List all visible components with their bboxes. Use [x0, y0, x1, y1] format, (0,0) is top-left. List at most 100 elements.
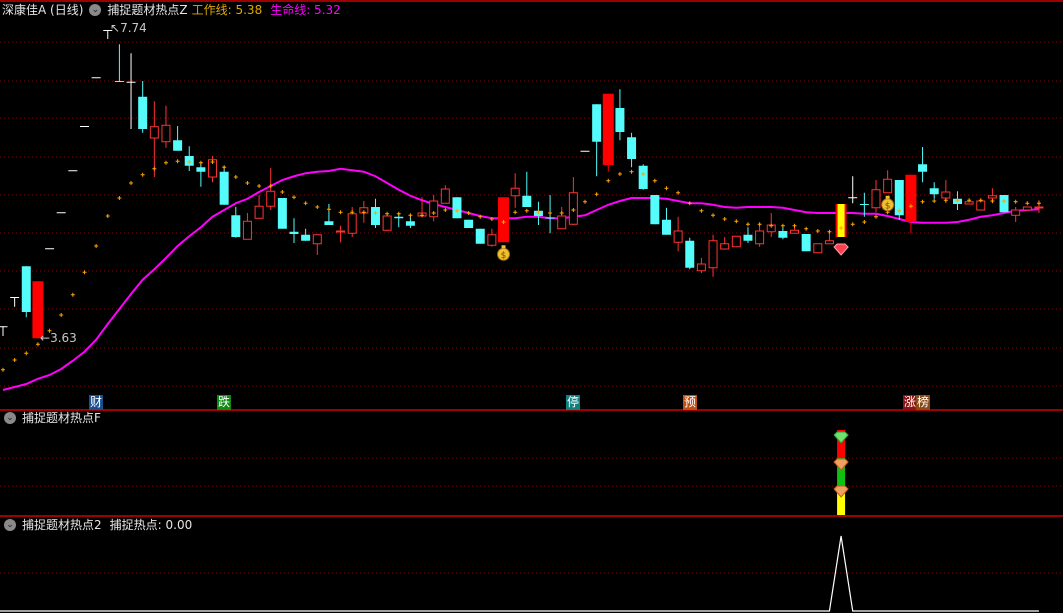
work-line-marker [652, 178, 657, 183]
work-line-marker [315, 205, 320, 209]
work-line-marker [257, 184, 262, 188]
candle-body-down [277, 198, 287, 229]
high-arrow-icon: ↖ [110, 21, 121, 35]
signal-label-ting: 停 [566, 395, 581, 410]
candle-body-down [999, 195, 1009, 213]
work-line-marker [676, 190, 681, 195]
work-line-marker [466, 211, 471, 215]
work-line-marker [105, 214, 110, 218]
candle-body-down [301, 234, 311, 241]
candle-body-down [661, 219, 671, 235]
candle-body-up [720, 243, 730, 250]
work-line-marker [292, 195, 296, 200]
candle-body-up [871, 189, 881, 209]
candle-body-down [545, 217, 555, 219]
indicator-name[interactable]: 捕捉题材热点Z [107, 2, 187, 18]
candle-body-down [196, 167, 206, 172]
candle-body-up [254, 205, 264, 219]
work-line-marker [932, 199, 937, 203]
candle-body-down [778, 231, 788, 238]
candle-body-up [941, 191, 951, 199]
candle-body-down [650, 195, 660, 225]
work-line-marker [524, 208, 529, 213]
high-price-annotation: ↖7.74 [110, 21, 147, 35]
work-line-marker [1013, 199, 1018, 204]
candle-body-down [918, 164, 928, 172]
work-line-marker [443, 208, 448, 212]
panel3-value: 捕捉热点: 0.00 [109, 518, 193, 532]
work-line-marker [129, 181, 134, 185]
candle-body-down [324, 221, 334, 225]
candle-body-up [161, 124, 171, 143]
work-line-marker [408, 213, 413, 218]
diamond-icon [833, 458, 849, 471]
signal-label-cai: 财 [89, 395, 104, 410]
candle-body-up [557, 215, 567, 230]
candle-body-down [859, 204, 869, 205]
work-line-marker [943, 198, 948, 203]
candle-body-filled-up [498, 197, 510, 243]
work-line-marker [1, 367, 5, 372]
signal-label-yu: 预 [683, 395, 698, 410]
work-line-marker [94, 244, 99, 248]
work-line-marker [338, 210, 343, 215]
candle-body-up [242, 220, 252, 240]
money-bag-icon-neck [885, 195, 890, 199]
work-line-marker [140, 172, 145, 177]
work-line-marker [152, 166, 157, 171]
candle-body-down [475, 228, 485, 244]
work-line-marker [617, 172, 622, 176]
candle-body-flat [848, 197, 858, 199]
candle-body-down [522, 195, 532, 207]
candle-body-down [114, 81, 124, 82]
work-line-marker [757, 222, 762, 227]
candle-body-filled-up [602, 93, 614, 165]
hotspot-line [0, 535, 1039, 612]
candle-body-down [173, 140, 183, 151]
candle-body-up [696, 263, 706, 272]
candle-body-filled-up [905, 174, 917, 222]
candle-body-up [813, 243, 823, 254]
work-line-marker [874, 214, 878, 219]
diamond-icon [833, 243, 849, 256]
candle-body-down [464, 219, 474, 228]
candle-body-flat [79, 126, 89, 127]
candle-body-up [336, 230, 346, 233]
work-line-marker [629, 169, 634, 174]
candle-body-down [452, 197, 462, 219]
work-line-marker [59, 313, 64, 317]
money-bag-icon-neck [501, 245, 506, 249]
diamond-icon [833, 431, 849, 444]
candle-body-down [231, 215, 241, 237]
signal-label-bang: 榜 [916, 395, 931, 410]
stock-title: 深康佳A (日线) [2, 3, 84, 17]
candle-body-highlight-fill [837, 204, 845, 237]
work-line-marker [280, 190, 285, 194]
low-price-annotation: ←3.63 [40, 331, 77, 345]
work-line-marker [745, 222, 750, 227]
work-line-marker [1025, 201, 1030, 206]
candle-body-down [394, 216, 404, 219]
work-line-marker [711, 213, 716, 218]
work-line-marker [815, 229, 820, 233]
work-line-marker [303, 201, 308, 206]
panel3-chevron-icon[interactable]: ⌄ [4, 519, 16, 531]
work-line-marker [175, 159, 180, 164]
work-line-marker [12, 358, 17, 362]
candle-body-up [731, 235, 741, 248]
work-line-marker [920, 199, 925, 204]
work-line-marker [687, 201, 692, 206]
panel2-title[interactable]: 捕捉题材热点F [22, 410, 101, 426]
indicator-menu-chevron-icon[interactable]: ⌄ [89, 4, 102, 16]
candle-body-up [1022, 206, 1032, 211]
panel2-chevron-icon[interactable]: ⌄ [4, 412, 16, 424]
work-line-marker [850, 222, 855, 227]
candle-body-flat [91, 77, 101, 79]
candle-body-up [312, 234, 322, 245]
work-line-marker [385, 211, 390, 216]
candle-body-up [824, 240, 834, 245]
panel3-title[interactable]: 捕捉题材热点2 [22, 517, 102, 533]
candle-body-flat [56, 212, 66, 214]
life-line-value: 生命线: 5.32 [270, 3, 341, 17]
work-line-marker [198, 160, 203, 165]
